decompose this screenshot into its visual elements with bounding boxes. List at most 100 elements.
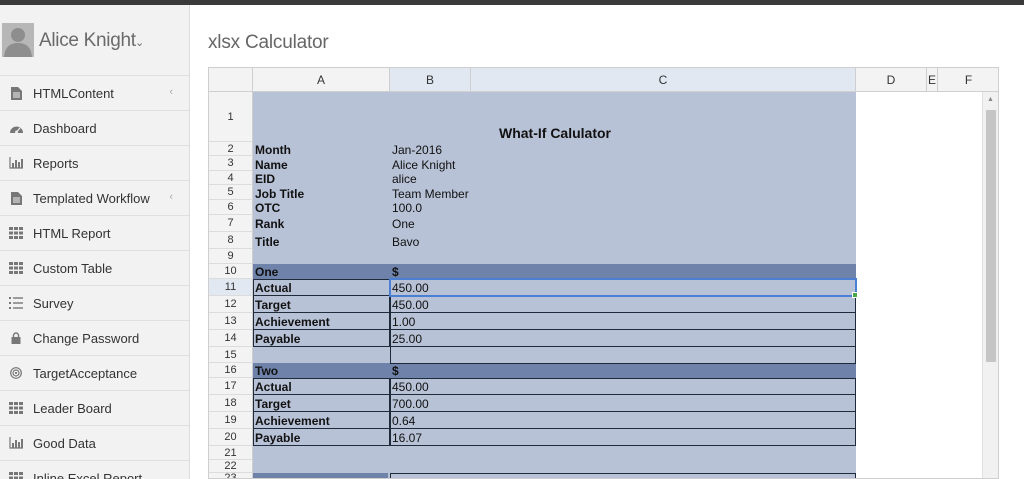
user-name: Alice Knight <box>39 30 136 51</box>
cell-border <box>390 313 856 330</box>
cell-value[interactable]: Jan-2016 <box>392 143 442 157</box>
cell-value[interactable]: 25.00 <box>392 332 422 346</box>
cell-value[interactable]: Team Member <box>392 187 469 201</box>
row-header[interactable]: 12 <box>209 296 253 313</box>
cell-selection[interactable] <box>389 278 857 297</box>
cell-label[interactable]: Target <box>255 298 291 312</box>
row-header[interactable]: 2 <box>209 142 253 156</box>
column-header-e[interactable]: E <box>927 68 938 92</box>
cell-label[interactable]: Achievement <box>255 414 330 428</box>
scrollbar-thumb[interactable] <box>986 110 996 362</box>
file-icon <box>8 86 24 100</box>
sidebar: Alice Knight ⌄ HTMLContent ‹ Dashboard R… <box>0 5 190 479</box>
cell-value[interactable]: One <box>392 217 415 231</box>
row-header[interactable]: 10 <box>209 264 253 279</box>
row-header[interactable]: 16 <box>209 363 253 378</box>
cell-value[interactable]: 450.00 <box>392 298 429 312</box>
section-header[interactable]: One <box>255 265 278 279</box>
row-header[interactable]: 13 <box>209 313 253 330</box>
scroll-up-icon[interactable]: ▲ <box>987 96 994 103</box>
sidebar-item-htmlcontent[interactable]: HTMLContent ‹ <box>0 75 189 110</box>
row-header[interactable]: 7 <box>209 215 253 232</box>
row-header[interactable]: 19 <box>209 412 253 429</box>
row-header[interactable]: 23 <box>209 472 253 478</box>
row-header[interactable]: 6 <box>209 200 253 215</box>
column-header-a[interactable]: A <box>253 68 390 92</box>
section-currency[interactable]: $ <box>392 364 399 378</box>
row-header[interactable]: 14 <box>209 330 253 347</box>
cell-label[interactable]: Payable <box>255 332 300 346</box>
cell-label[interactable]: Target <box>255 397 291 411</box>
vertical-scrollbar[interactable]: ▲ <box>982 92 998 478</box>
spreadsheet[interactable]: A B C D E F 1 2 3 4 5 6 7 8 9 10 11 12 1… <box>208 67 999 479</box>
sidebar-item-label: TargetAcceptance <box>33 365 138 381</box>
cell-label[interactable]: EID <box>255 172 275 186</box>
fill-handle[interactable] <box>852 292 858 298</box>
cell-label[interactable]: Month <box>255 143 291 157</box>
row-header[interactable]: 20 <box>209 429 253 446</box>
column-header-b[interactable]: B <box>390 68 471 92</box>
column-header-d[interactable]: D <box>856 68 927 92</box>
row-header[interactable]: 15 <box>209 347 253 363</box>
cell-value[interactable]: 450.00 <box>392 380 429 394</box>
section-band-one <box>253 264 856 279</box>
sidebar-item-dashboard[interactable]: Dashboard <box>0 110 189 145</box>
sidebar-item-label: Leader Board <box>33 400 112 416</box>
sidebar-item-reports[interactable]: Reports <box>0 145 189 180</box>
cell-label[interactable]: Rank <box>255 217 284 231</box>
sidebar-item-custom-table[interactable]: Custom Table <box>0 250 189 285</box>
cell-value[interactable]: 1.00 <box>392 315 415 329</box>
cell-value[interactable]: 16.07 <box>392 431 422 445</box>
grid-icon <box>8 226 24 240</box>
corner-cell[interactable] <box>209 68 253 92</box>
cell-label[interactable]: Title <box>255 235 279 249</box>
cell-label[interactable]: OTC <box>255 201 280 215</box>
cell-value[interactable]: 700.00 <box>392 397 429 411</box>
cell-label[interactable]: Name <box>255 158 288 172</box>
avatar <box>2 23 34 57</box>
cell-value[interactable]: Alice Knight <box>392 158 455 172</box>
sidebar-item-good-data[interactable]: Good Data <box>0 425 189 460</box>
chevron-left-icon: ‹ <box>169 86 173 98</box>
sidebar-item-leader-board[interactable]: Leader Board <box>0 390 189 425</box>
cell-value[interactable]: Bavo <box>392 235 419 249</box>
section-header[interactable]: Two <box>255 364 278 378</box>
user-menu[interactable]: Alice Knight ⌄ <box>0 5 189 75</box>
cell-label[interactable]: Achievement <box>255 315 330 329</box>
cell-label[interactable]: Payable <box>255 431 300 445</box>
dashboard-icon <box>8 121 24 135</box>
row-header[interactable]: 21 <box>209 446 253 460</box>
sidebar-item-label: Custom Table <box>33 260 113 276</box>
sheet-title: What-If Calulator <box>499 125 611 141</box>
row-header[interactable]: 3 <box>209 156 253 171</box>
row-header[interactable]: 1 <box>209 92 253 142</box>
cell-value[interactable]: 0.64 <box>392 414 415 428</box>
sidebar-item-inline-excel-report[interactable]: Inline Excel Report <box>0 460 189 479</box>
cell-label[interactable]: Actual <box>255 380 292 394</box>
sidebar-item-change-password[interactable]: Change Password <box>0 320 189 355</box>
row-header[interactable]: 8 <box>209 232 253 249</box>
row-header[interactable]: 18 <box>209 395 253 412</box>
row-header-selected[interactable]: 11 <box>209 279 253 296</box>
column-header-f[interactable]: F <box>938 68 998 92</box>
cell-value[interactable]: alice <box>392 172 417 186</box>
sidebar-item-targetacceptance[interactable]: TargetAcceptance <box>0 355 189 390</box>
row-header[interactable]: 9 <box>209 249 253 264</box>
row-header[interactable]: 17 <box>209 378 253 395</box>
cell-label[interactable]: Actual <box>255 281 292 295</box>
grid-icon <box>8 261 24 275</box>
sidebar-item-templated-workflow[interactable]: Templated Workflow ‹ <box>0 180 189 215</box>
bar-chart-icon <box>8 156 24 170</box>
sidebar-item-label: HTMLContent <box>33 85 114 101</box>
cell-label[interactable]: Job Title <box>255 187 304 201</box>
sidebar-item-survey[interactable]: Survey <box>0 285 189 320</box>
row-header[interactable]: 5 <box>209 185 253 200</box>
section-currency[interactable]: $ <box>392 265 399 279</box>
sidebar-item-label: Change Password <box>33 330 140 346</box>
cell-value[interactable]: 100.0 <box>392 201 422 215</box>
sidebar-item-label: Inline Excel Report <box>33 470 143 479</box>
row-header[interactable]: 4 <box>209 171 253 185</box>
column-header-c[interactable]: C <box>471 68 856 92</box>
sidebar-item-html-report[interactable]: HTML Report <box>0 215 189 250</box>
section-band-two <box>253 363 856 378</box>
